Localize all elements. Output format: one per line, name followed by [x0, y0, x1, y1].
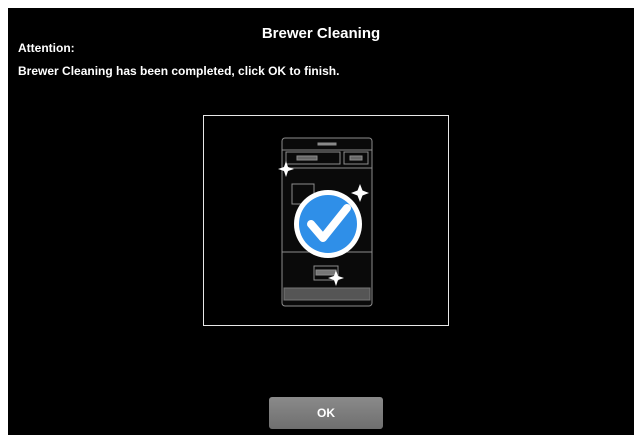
page-title: Brewer Cleaning — [261, 25, 381, 42]
checkmark-icon — [294, 190, 362, 258]
completion-message: Brewer Cleaning has been completed, clic… — [18, 64, 340, 78]
cleaning-screen: Brewer Cleaning Attention: Brewer Cleani… — [8, 8, 634, 435]
attention-label: Attention: — [18, 41, 75, 55]
ok-button[interactable]: OK — [269, 397, 383, 429]
illustration-frame — [203, 115, 449, 326]
brewer-cleaned-illustration — [278, 137, 373, 307]
